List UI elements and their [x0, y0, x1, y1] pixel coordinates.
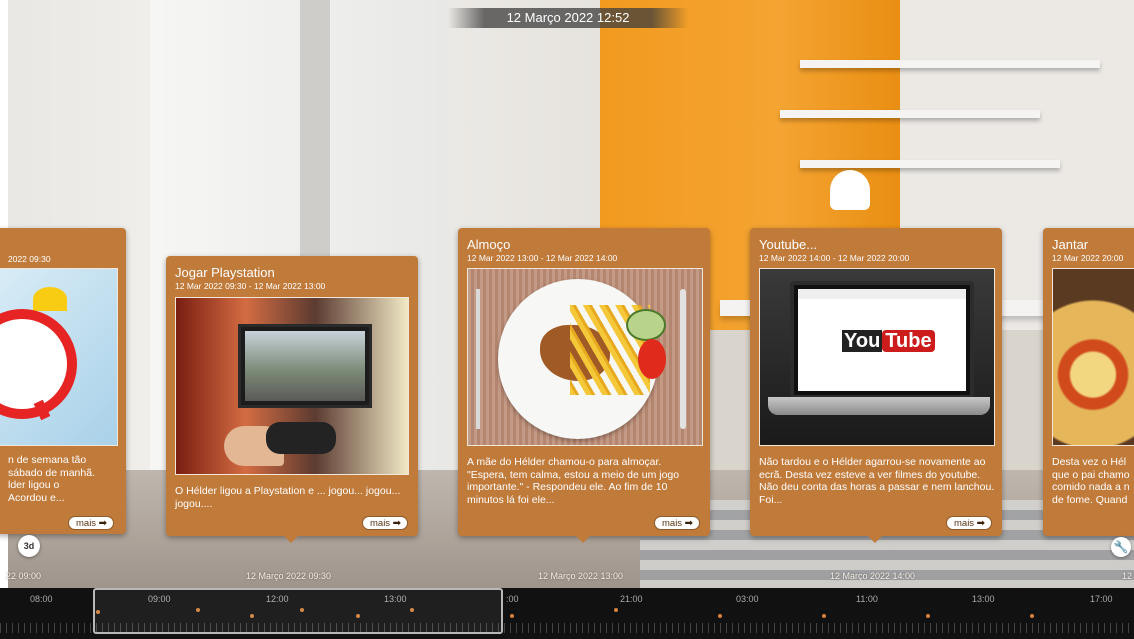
date-label: 12 Março 2022 09:30: [246, 571, 332, 581]
event-description: n de semana tão sábado de manhã. lder li…: [8, 454, 95, 504]
event-card-youtube[interactable]: Youtube... 12 Mar 2022 14:00 - 12 Mar 20…: [750, 228, 1002, 543]
event-title: Almoço: [467, 237, 511, 252]
hour-label: 08:00: [30, 594, 53, 604]
event-dates: 12 Mar 2022 20:00: [1052, 253, 1124, 263]
date-label: 22 09:00: [6, 571, 42, 581]
card-pointer: [284, 536, 298, 543]
hour-label: 17:00: [1090, 594, 1113, 604]
zoom-level-badge[interactable]: 3d: [18, 535, 40, 557]
date-label: 12 Março 2022 13:00: [538, 571, 624, 581]
date-strip: 22 09:00 12 Março 2022 09:30 12 Março 20…: [0, 566, 1134, 586]
pizza-image: [1052, 268, 1134, 446]
event-card-dinner[interactable]: Jantar 12 Mar 2022 20:00 Desta vez o Hél…: [1043, 228, 1134, 536]
more-button[interactable]: mais ➡: [946, 516, 992, 530]
hour-label: 11:00: [856, 594, 878, 604]
event-description: Desta vez o Hél que o pai chamo comido n…: [1052, 456, 1130, 506]
event-description: O Hélder ligou a Playstation e ... jogou…: [175, 485, 401, 510]
event-dates: 12 Mar 2022 09:30 - 12 Mar 2022 13:00: [175, 281, 326, 291]
more-button[interactable]: mais ➡: [68, 516, 114, 530]
arrow-right-icon: ➡: [392, 518, 401, 529]
event-marker[interactable]: [1030, 614, 1034, 618]
event-marker[interactable]: [718, 614, 722, 618]
youtube-laptop-image: You Tube: [759, 268, 995, 446]
event-card-wake[interactable]: 2022 09:30 n de semana tão sábado de man…: [0, 228, 126, 534]
hour-label: 21:00: [620, 594, 643, 604]
more-button[interactable]: mais ➡: [362, 516, 408, 530]
event-description: Não tardou e o Hélder agarrou-se novamen…: [759, 456, 995, 506]
event-marker[interactable]: [926, 614, 930, 618]
youtube-logo: You Tube: [842, 327, 935, 355]
event-card-playstation[interactable]: Jogar Playstation 12 Mar 2022 09:30 - 12…: [166, 256, 418, 543]
event-dates: 2022 09:30: [8, 254, 51, 264]
arrow-right-icon: ➡: [976, 518, 985, 529]
card-pointer: [868, 536, 882, 543]
lunch-plate-image: [467, 268, 703, 446]
event-title: Youtube...: [759, 237, 818, 252]
event-marker[interactable]: [510, 614, 514, 618]
event-card-lunch[interactable]: Almoço 12 Mar 2022 13:00 - 12 Mar 2022 1…: [458, 228, 710, 543]
event-title: Jogar Playstation: [175, 265, 275, 280]
current-datetime: 12 Março 2022 12:52: [448, 8, 688, 28]
arrow-right-icon: ➡: [98, 518, 107, 529]
event-marker[interactable]: [822, 614, 826, 618]
date-label: 12 Março 2022 14:00: [830, 571, 916, 581]
event-dates: 12 Mar 2022 14:00 - 12 Mar 2022 20:00: [759, 253, 910, 263]
hour-label: 03:00: [736, 594, 759, 604]
more-button[interactable]: mais ➡: [654, 516, 700, 530]
event-dates: 12 Mar 2022 13:00 - 12 Mar 2022 14:00: [467, 253, 618, 263]
timeline-viewport-handle[interactable]: [93, 588, 503, 634]
hour-label: :00: [506, 594, 519, 604]
card-pointer: [576, 536, 590, 543]
wrench-icon[interactable]: 🔧: [1111, 537, 1131, 557]
date-label: 12: [1122, 571, 1133, 581]
event-description: A mãe do Hélder chamou-o para almoçar. "…: [467, 456, 680, 506]
hour-label: 13:00: [972, 594, 995, 604]
event-title: Jantar: [1052, 237, 1089, 252]
event-marker[interactable]: [614, 608, 618, 612]
arrow-right-icon: ➡: [684, 518, 693, 529]
playstation-image: [175, 297, 409, 475]
alarm-clock-image: [0, 268, 118, 446]
